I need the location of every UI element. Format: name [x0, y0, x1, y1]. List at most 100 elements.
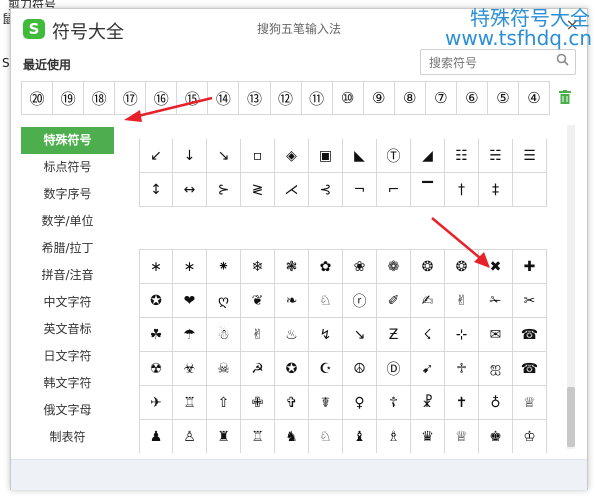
recent-symbol[interactable]: ⑯ [146, 82, 178, 114]
symbol-cell[interactable]: ⊹ [445, 318, 479, 352]
symbol-cell[interactable]: ❂ [411, 250, 445, 284]
symbol-cell[interactable]: ❃ [275, 250, 309, 284]
recent-symbol[interactable]: ⑩ [333, 82, 364, 114]
search-icon[interactable] [556, 53, 569, 70]
sidebar-item[interactable]: 韩文字符 [21, 370, 114, 397]
symbol-cell[interactable]: ☂ [173, 318, 207, 352]
trash-icon[interactable] [559, 89, 571, 104]
symbol-cell[interactable]: ☎ [513, 318, 547, 352]
recent-symbol[interactable]: ⑳ [22, 82, 54, 114]
symbol-cell[interactable]: ↘ [207, 139, 241, 173]
symbol-cell[interactable]: ◣ [343, 139, 377, 173]
symbol-cell[interactable]: ↙ [139, 139, 173, 173]
search-input[interactable] [427, 53, 551, 73]
symbol-cell[interactable]: ღ [207, 284, 241, 318]
symbol-cell[interactable]: ☇ [411, 318, 445, 352]
symbol-cell[interactable]: ⋌ [275, 173, 309, 207]
symbol-cell[interactable]: ☢ [139, 352, 173, 386]
symbol-cell[interactable]: ❀ [343, 250, 377, 284]
symbol-cell[interactable]: ❁ [377, 250, 411, 284]
sidebar-item[interactable]: 英文音标 [21, 316, 114, 343]
symbol-cell[interactable]: ◢ [411, 139, 445, 173]
symbol-cell[interactable]: ♔ [513, 420, 547, 453]
symbol-cell[interactable]: ✚ [513, 250, 547, 284]
symbol-cell[interactable]: ☪ [309, 352, 343, 386]
symbol-cell[interactable]: ↯ [309, 318, 343, 352]
symbol-cell[interactable]: ∗ [173, 250, 207, 284]
sidebar-item[interactable]: 数学/单位 [21, 208, 114, 235]
symbol-cell[interactable]: ¬ [343, 173, 377, 207]
sidebar-item[interactable]: 日文字符 [21, 343, 114, 370]
symbol-cell[interactable]: ⓡ [343, 284, 377, 318]
recent-symbol[interactable]: ⑲ [53, 82, 85, 114]
symbol-cell[interactable]: ♚ [479, 420, 513, 453]
symbol-cell[interactable]: ≷ [241, 173, 275, 207]
symbol-cell[interactable]: ♨ [275, 318, 309, 352]
symbol-cell[interactable]: ☃ [207, 318, 241, 352]
symbol-cell[interactable]: ☵ [479, 139, 513, 173]
symbol-cell[interactable]: ☣ [173, 352, 207, 386]
symbol-cell[interactable]: ⇧ [207, 386, 241, 420]
symbol-cell[interactable]: Ⓓ [377, 352, 411, 386]
symbol-cell[interactable]: ✉ [479, 318, 513, 352]
symbol-cell[interactable]: ✝ [445, 386, 479, 420]
symbol-cell[interactable]: ❦ [241, 284, 275, 318]
symbol-cell[interactable]: ♖ [241, 420, 275, 453]
symbol-cell[interactable]: ▣ [309, 139, 343, 173]
symbol-cell[interactable]: ☰ [513, 139, 547, 173]
symbol-cell[interactable]: ☤ [309, 386, 343, 420]
sidebar-item[interactable]: 俄文字母 [21, 397, 114, 424]
symbol-cell[interactable] [513, 173, 547, 207]
symbol-cell[interactable]: ⌐ [377, 173, 411, 207]
scroll-thumb[interactable] [567, 387, 575, 447]
symbol-cell[interactable]: ☦ [377, 386, 411, 420]
symbol-cell[interactable]: ஐ [479, 352, 513, 386]
symbol-cell[interactable]: ☎ [513, 352, 547, 386]
sidebar-item[interactable]: 特殊符号 [21, 127, 114, 154]
symbol-cell[interactable]: ♖ [173, 386, 207, 420]
symbol-cell[interactable]: ✁ [479, 284, 513, 318]
sidebar-item[interactable]: 中文字符 [21, 289, 114, 316]
symbol-cell[interactable]: ☧ [411, 386, 445, 420]
symbol-cell[interactable]: ♁ [479, 386, 513, 420]
symbol-cell[interactable]: ➹ [411, 352, 445, 386]
symbol-cell[interactable]: ∗ [139, 250, 173, 284]
symbol-cell[interactable]: ◈ [275, 139, 309, 173]
symbol-cell[interactable]: ✂ [513, 284, 547, 318]
symbol-cell[interactable]: Ƶ [377, 318, 411, 352]
symbol-cell[interactable]: ‡ [479, 173, 513, 207]
symbol-cell[interactable]: ☘ [139, 318, 173, 352]
symbol-cell[interactable]: ✙ [241, 386, 275, 420]
symbol-cell[interactable]: ⊱ [207, 173, 241, 207]
symbol-cell[interactable]: ✍ [411, 284, 445, 318]
symbol-cell[interactable]: ♜ [207, 420, 241, 453]
recent-symbol[interactable]: ⑨ [364, 82, 395, 114]
symbol-cell[interactable]: ♟ [139, 420, 173, 453]
symbol-cell[interactable]: ⁕ [207, 250, 241, 284]
symbol-cell[interactable]: ✪ [139, 284, 173, 318]
symbol-cell[interactable]: ✈ [139, 386, 173, 420]
sidebar-item[interactable]: 制表符 [21, 424, 114, 451]
recent-symbol[interactable]: ⑬ [239, 82, 271, 114]
symbol-cell[interactable]: ▔ [411, 173, 445, 207]
sidebar-item[interactable]: 拼音/注音 [21, 262, 114, 289]
symbol-cell[interactable]: ✐ [377, 284, 411, 318]
symbol-cell[interactable]: ♞ [275, 420, 309, 453]
symbol-cell[interactable]: ✿ [309, 250, 343, 284]
symbol-cell[interactable]: † [445, 173, 479, 207]
symbol-cell[interactable]: ♱ [445, 352, 479, 386]
symbol-cell[interactable]: ☭ [241, 352, 275, 386]
symbol-cell[interactable]: ↓ [173, 139, 207, 173]
symbol-cell[interactable]: ♀ [343, 386, 377, 420]
symbol-cell[interactable]: ♕ [445, 420, 479, 453]
symbol-cell[interactable]: ♙ [173, 420, 207, 453]
recent-symbol[interactable]: ⑰ [115, 82, 147, 114]
symbol-cell[interactable]: ♘ [309, 284, 343, 318]
recent-symbol[interactable]: ⑤ [488, 82, 519, 114]
sidebar-item[interactable]: 数字序号 [21, 181, 114, 208]
recent-symbol[interactable]: ⑦ [426, 82, 457, 114]
symbol-cell[interactable]: ♛ [411, 420, 445, 453]
symbol-cell[interactable]: ✖ [479, 250, 513, 284]
symbol-cell[interactable]: ▫ [241, 139, 275, 173]
scrollbar[interactable] [567, 125, 575, 449]
